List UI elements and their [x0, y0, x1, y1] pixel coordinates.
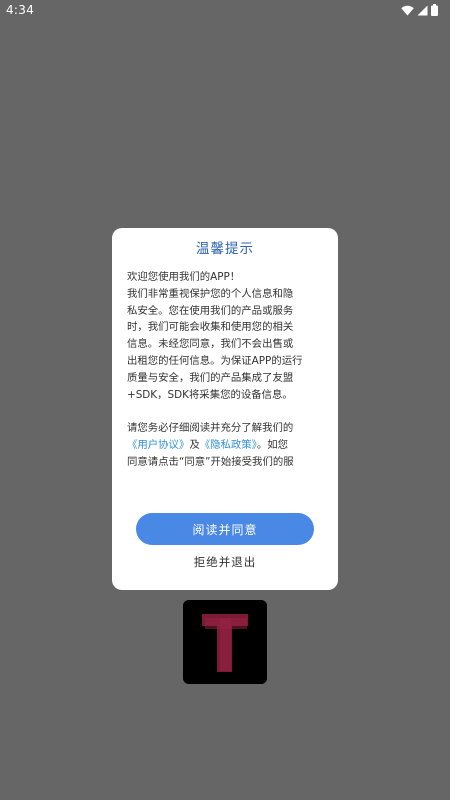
dialog-body: 欢迎您使用我们的APP！ 我们非常重视保护您的个人信息和隐 私安全。您在使用我们…	[127, 269, 325, 471]
dialog-text-line: 时，我们可能会收集和使用您的相关	[127, 321, 294, 334]
dialog-text-line: 质量与安全，我们的产品集成了友盟	[127, 371, 294, 384]
signal-icon	[417, 5, 428, 15]
privacy-policy-link[interactable]: 《隐私政策》	[200, 439, 257, 451]
notice-line: 同意请点击“同意”开始接受我们的服	[127, 455, 294, 468]
dialog-text-line: 信息。未经您同意，我们不会出售或	[127, 338, 294, 351]
status-icons	[401, 4, 438, 16]
status-bar: 4:34	[0, 0, 450, 20]
reject-exit-button[interactable]: 拒绝并退出	[112, 554, 338, 570]
battery-icon	[431, 4, 438, 16]
dialog-text-line: 私安全。您在使用我们的产品或服务	[127, 304, 294, 317]
wifi-icon	[401, 5, 414, 15]
agree-button[interactable]: 阅读并同意	[136, 513, 314, 545]
dialog-text-line: 我们非常重视保护您的个人信息和隐	[127, 287, 294, 300]
and-text: 及	[189, 439, 200, 452]
notice-line-links: 《用户协议》及《隐私政策》。如您	[127, 437, 325, 454]
app-logo	[183, 600, 267, 684]
status-time: 4:34	[6, 3, 35, 17]
dialog-title: 温馨提示	[196, 241, 254, 257]
app-logo-icon	[183, 600, 267, 684]
dialog-text-line: 欢迎您使用我们的APP！	[127, 271, 241, 283]
dialog-text-line: 出租您的任何信息。为保证APP的运行	[127, 354, 303, 367]
notice-tail: 。如您	[256, 439, 289, 452]
notice-line: 请您务必仔细阅读并充分了解我们的	[127, 422, 294, 435]
privacy-dialog: 温馨提示 欢迎您使用我们的APP！ 我们非常重视保护您的个人信息和隐 私安全。您…	[112, 228, 338, 590]
dialog-text-line: +SDK，SDK将采集您的设备信息。	[127, 388, 293, 401]
user-agreement-link[interactable]: 《用户协议》	[127, 439, 189, 451]
